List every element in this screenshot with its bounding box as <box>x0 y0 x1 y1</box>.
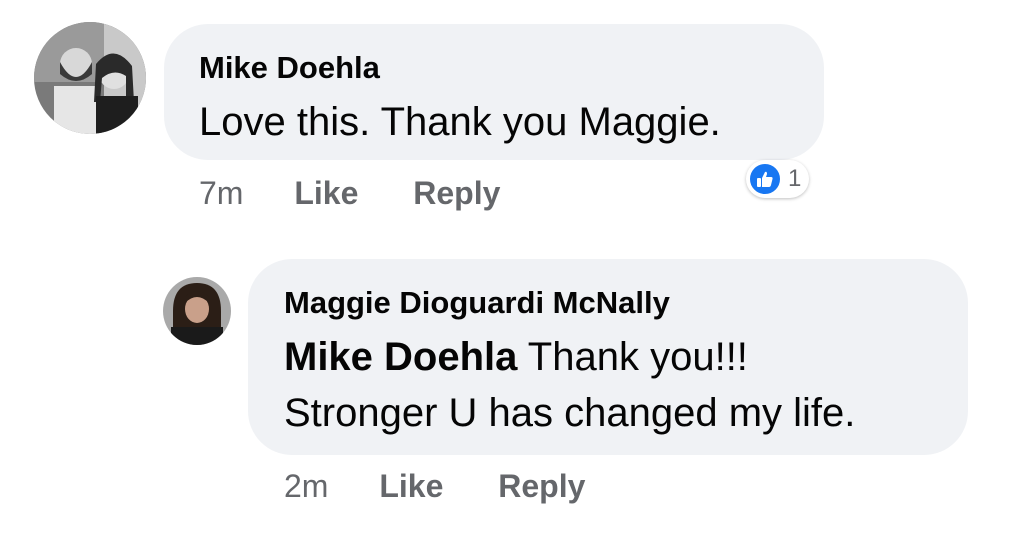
comment-actions: 7m Like Reply <box>199 175 500 212</box>
timestamp[interactable]: 2m <box>284 468 328 505</box>
like-button[interactable]: Like <box>294 175 358 212</box>
comment-author[interactable]: Maggie Dioguardi McNally <box>284 285 670 321</box>
timestamp[interactable]: 7m <box>199 175 243 212</box>
comment-text: Mike Doehla Thank you!!! <box>284 329 748 385</box>
comment-actions: 2m Like Reply <box>284 468 585 505</box>
reply-button[interactable]: Reply <box>498 468 585 505</box>
avatar[interactable] <box>34 22 146 134</box>
comment-text: Love this. Thank you Maggie. <box>199 100 721 144</box>
avatar-photo-mike <box>34 22 146 134</box>
reaction-badge[interactable]: 1 <box>746 160 810 198</box>
thumbs-up-icon <box>748 162 782 196</box>
avatar[interactable] <box>163 277 231 345</box>
comment-text-line1: Thank you!!! <box>527 335 748 379</box>
mention-link[interactable]: Mike Doehla <box>284 335 517 379</box>
avatar-photo-maggie <box>163 277 231 345</box>
comment-text-line2: Stronger U has changed my life. <box>284 391 856 435</box>
like-button[interactable]: Like <box>379 468 443 505</box>
reaction-count: 1 <box>788 165 802 192</box>
reply-button[interactable]: Reply <box>413 175 500 212</box>
comment-author[interactable]: Mike Doehla <box>199 50 380 86</box>
